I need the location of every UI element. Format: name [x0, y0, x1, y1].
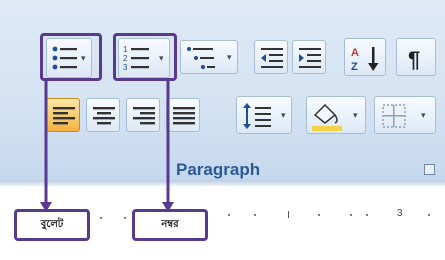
- ruler-tick: [124, 217, 126, 219]
- ruler-tick: [100, 217, 102, 219]
- justify-button[interactable]: [166, 98, 200, 132]
- line-spacing-button[interactable]: ▾: [236, 96, 292, 134]
- ruler-tick: [254, 214, 256, 216]
- callout-numbering: নম্বর: [132, 209, 208, 241]
- chevron-down-icon: ▾: [421, 110, 426, 120]
- ruler-tick: [366, 214, 368, 216]
- chevron-down-icon: ▾: [281, 110, 286, 120]
- align-left-button[interactable]: [46, 98, 80, 132]
- group-label-paragraph: Paragraph: [176, 160, 261, 179]
- ruler-tick: [228, 214, 230, 216]
- chevron-down-icon: ▾: [353, 110, 358, 120]
- decrease-indent-button[interactable]: [254, 40, 288, 74]
- callout-bullets-label: বুলেট: [40, 218, 64, 230]
- svg-text:Z: Z: [351, 61, 358, 73]
- ruler-number: 3: [397, 208, 403, 219]
- ribbon-paragraph-group: [0, 0, 445, 180]
- chevron-down-icon: ▾: [227, 52, 232, 62]
- callout-numbering-label: নম্বর: [161, 218, 179, 230]
- increase-indent-button[interactable]: [292, 40, 326, 74]
- highlight-bullets: [40, 33, 102, 81]
- multilevel-list-button[interactable]: ▾: [180, 40, 238, 74]
- ruler-tick: [428, 214, 430, 216]
- sort-button[interactable]: A Z: [344, 38, 386, 76]
- callout-bullets: বুলেট: [14, 209, 90, 241]
- ruler-tick: [318, 214, 320, 216]
- show-hide-button[interactable]: ¶: [396, 38, 436, 76]
- borders-button[interactable]: ▾: [374, 96, 436, 134]
- highlight-numbering: [113, 33, 177, 81]
- center-button[interactable]: [86, 98, 120, 132]
- svg-text:A: A: [351, 47, 359, 59]
- ruler-tick-long: [288, 211, 289, 218]
- shading-button[interactable]: ▾: [306, 96, 366, 134]
- ribbon-bottom-edge: [0, 180, 445, 186]
- svg-text:¶: ¶: [408, 47, 420, 72]
- dialog-launcher-icon[interactable]: [424, 164, 435, 175]
- align-right-button[interactable]: [126, 98, 160, 132]
- ruler-tick: [350, 214, 352, 216]
